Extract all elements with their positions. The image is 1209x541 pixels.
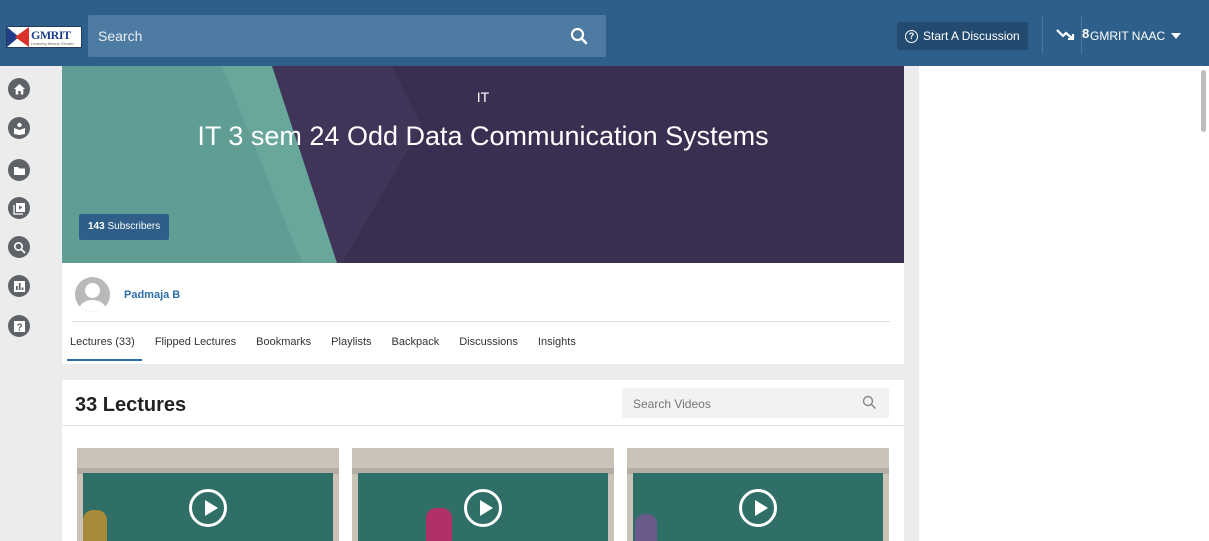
- svg-text:?: ?: [16, 322, 22, 333]
- logo-subtext: Learning Means Growth: [31, 40, 74, 46]
- playlist-icon[interactable]: [8, 197, 30, 219]
- subscriber-label: Subscribers: [107, 221, 161, 232]
- help-circle-icon: ?: [905, 29, 918, 43]
- tab-insights[interactable]: Insights: [538, 336, 576, 362]
- course-title: IT 3 sem 24 Odd Data Communication Syste…: [197, 121, 769, 151]
- video-thumbnail[interactable]: [627, 448, 889, 541]
- lecturer-figure: [635, 514, 657, 541]
- tab-lectures[interactable]: Lectures (33): [67, 336, 142, 362]
- left-nav-rail: ?: [0, 66, 47, 541]
- trending-down-icon: [1056, 28, 1075, 40]
- instructor-panel: Padmaja B Lectures (33) Flipped Lectures…: [62, 263, 904, 364]
- divider: [1081, 16, 1082, 54]
- app-logo[interactable]: GMRIT Learning Means Growth: [6, 26, 82, 48]
- divider: [72, 321, 890, 322]
- lectures-heading: 33 Lectures: [75, 394, 187, 416]
- home-icon[interactable]: [8, 78, 30, 100]
- help-icon[interactable]: ?: [8, 315, 30, 337]
- video-thumbnail[interactable]: [352, 448, 614, 541]
- chevron-down-icon: [1171, 33, 1182, 39]
- play-icon[interactable]: [739, 489, 777, 527]
- trending-button[interactable]: 8: [1056, 26, 1089, 41]
- logo-text: GMRIT: [31, 27, 71, 42]
- search-input[interactable]: Search: [98, 28, 142, 44]
- start-discussion-label: Start A Discussion: [923, 29, 1020, 43]
- video-thumbnail[interactable]: [77, 448, 339, 541]
- search-icon[interactable]: [570, 27, 588, 45]
- course-category: IT: [476, 89, 490, 105]
- tab-backpack[interactable]: Backpack: [392, 336, 440, 362]
- subscriber-count: 143: [88, 221, 105, 232]
- instructor-name[interactable]: Padmaja B: [124, 289, 180, 301]
- divider: [62, 425, 904, 426]
- lectures-section: 33 Lectures Search Videos: [62, 380, 904, 541]
- tab-playlists[interactable]: Playlists: [331, 336, 371, 362]
- tab-flipped-lectures[interactable]: Flipped Lectures: [155, 336, 236, 362]
- tab-bookmarks[interactable]: Bookmarks: [256, 336, 311, 362]
- top-bar: GMRIT Learning Means Growth Search ? Sta…: [0, 0, 1209, 66]
- lecturer-figure: [426, 508, 452, 541]
- user-name: GMRIT NAAC: [1090, 29, 1166, 43]
- global-search[interactable]: Search: [88, 15, 606, 57]
- play-icon[interactable]: [189, 489, 227, 527]
- tab-discussions[interactable]: Discussions: [459, 336, 518, 362]
- search-icon[interactable]: [862, 395, 877, 410]
- lecturer-figure: [83, 510, 107, 541]
- user-menu[interactable]: GMRIT NAAC: [1090, 29, 1182, 43]
- analytics-icon[interactable]: [8, 275, 30, 297]
- video-search[interactable]: Search Videos: [622, 388, 889, 418]
- reader-icon[interactable]: [8, 117, 30, 139]
- start-discussion-button[interactable]: ? Start A Discussion: [897, 22, 1028, 50]
- folder-icon[interactable]: [8, 159, 30, 181]
- course-tabs: Lectures (33) Flipped Lectures Bookmarks…: [67, 336, 596, 362]
- trending-count: 8: [1082, 26, 1090, 41]
- divider: [1042, 16, 1043, 54]
- course-banner: IT IT 3 sem 24 Odd Data Communication Sy…: [62, 66, 904, 263]
- video-search-input[interactable]: Search Videos: [633, 397, 711, 411]
- search-icon[interactable]: [8, 236, 30, 258]
- right-side-panel: [919, 66, 1209, 541]
- subscribers-badge[interactable]: 143 Subscribers: [79, 214, 170, 240]
- avatar[interactable]: [75, 277, 110, 312]
- play-icon[interactable]: [464, 489, 502, 527]
- page-scrollbar[interactable]: [1201, 70, 1206, 132]
- logo-mark-icon: [7, 27, 31, 47]
